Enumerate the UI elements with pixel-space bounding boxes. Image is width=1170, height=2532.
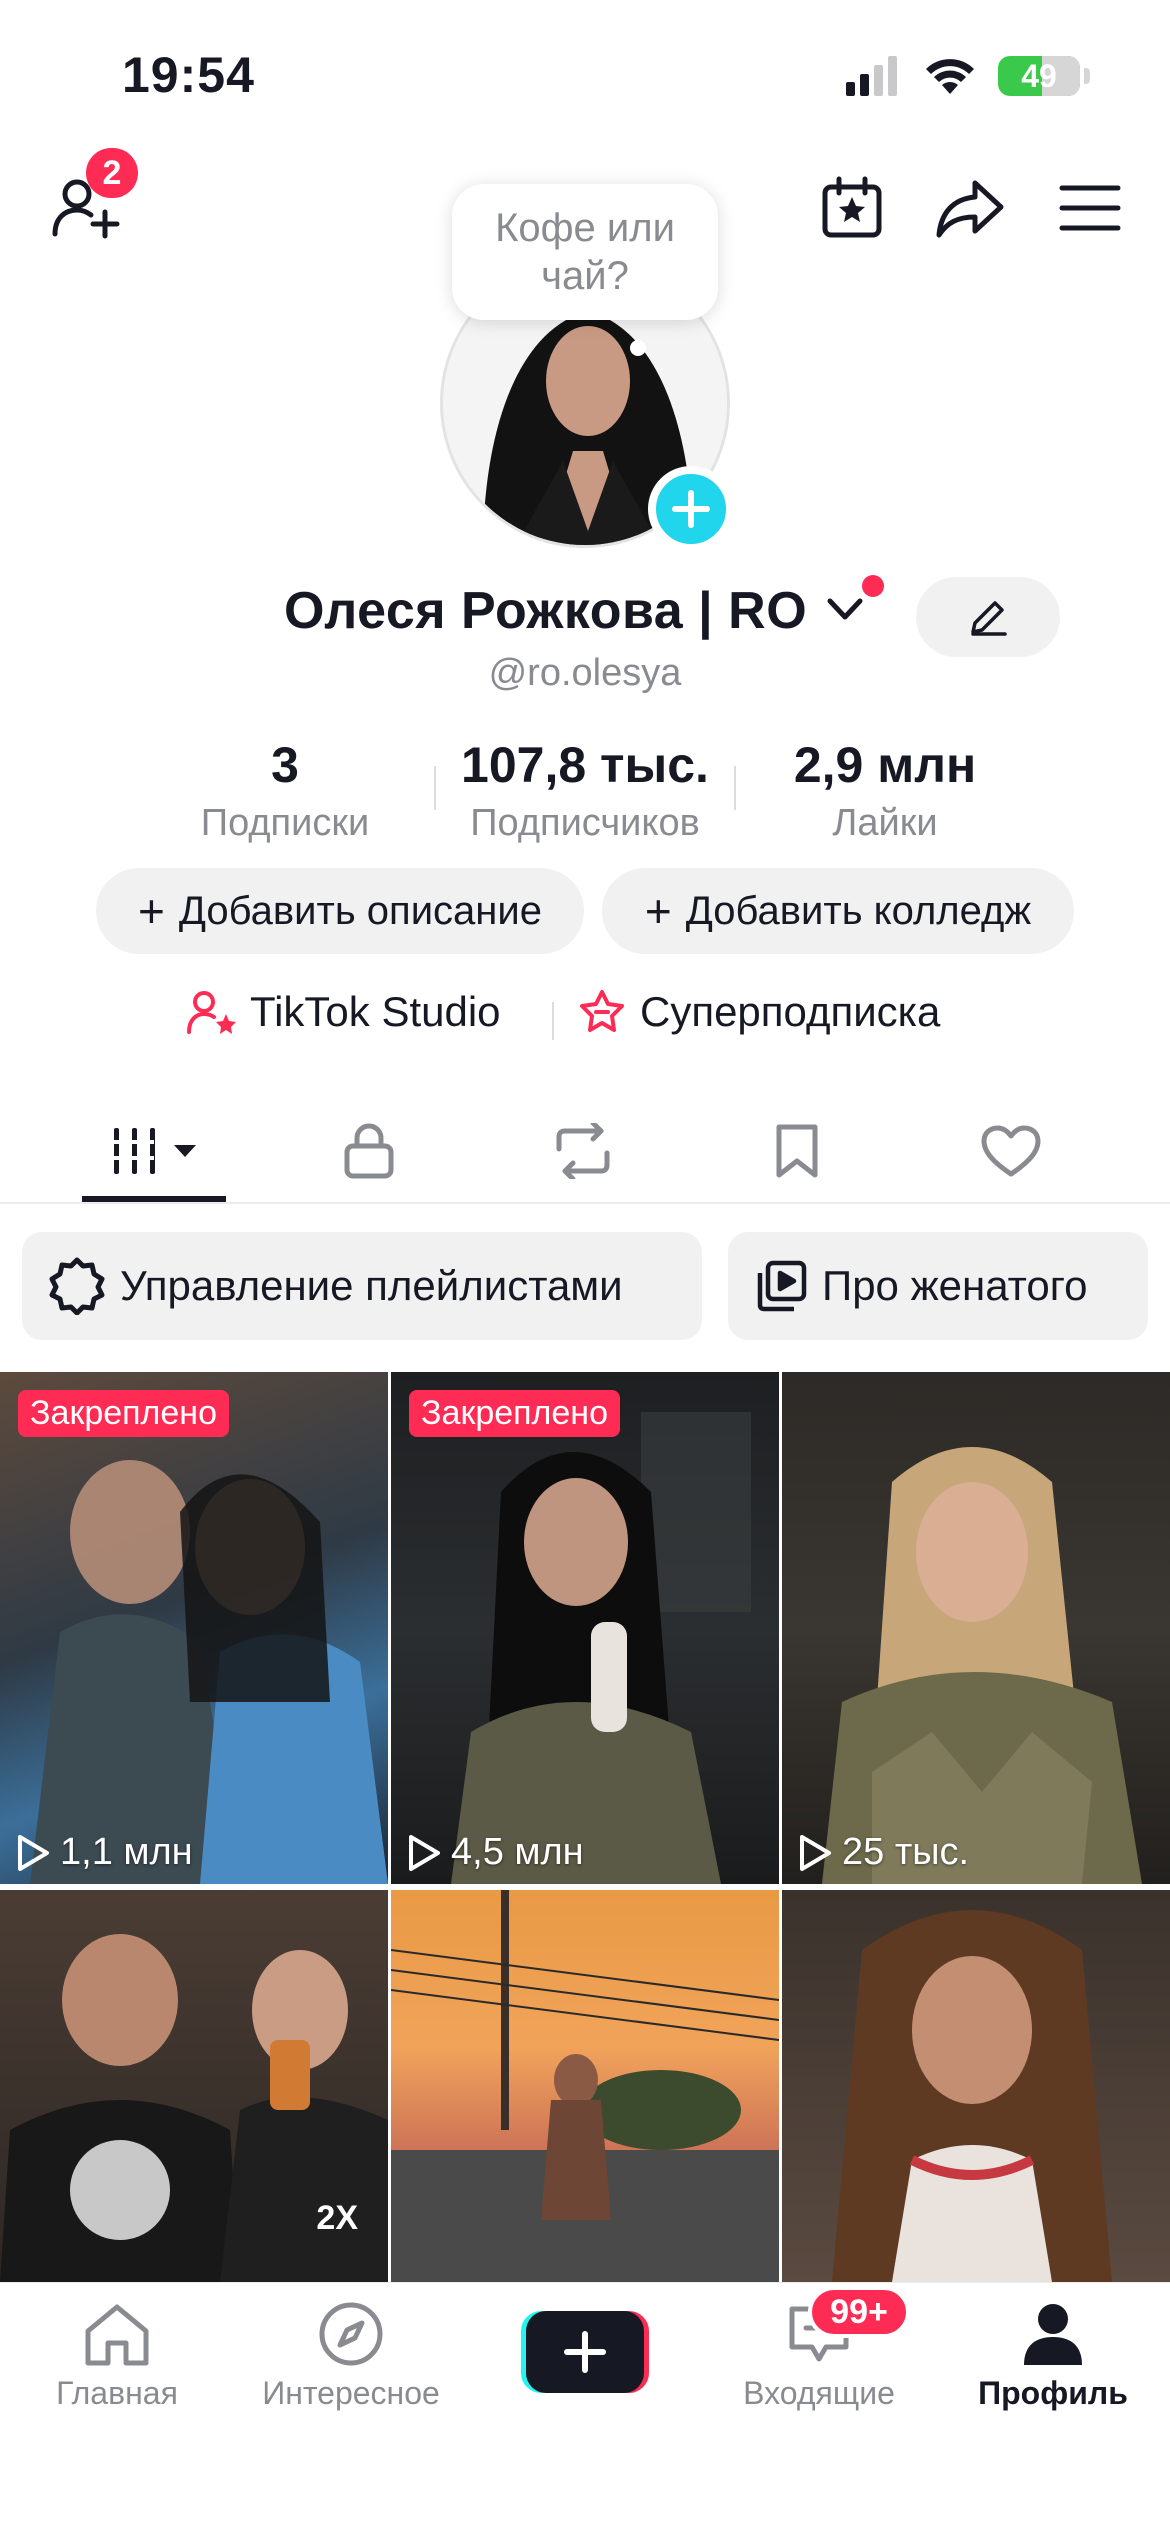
home-icon [85,2304,149,2366]
note-bubble[interactable]: Кофе или чай? [452,184,718,320]
bottom-navigation: Главная Интересное Входящие Профиль [0,2282,1170,2532]
tab-private[interactable] [262,1100,476,1202]
calendar-star-icon [822,176,882,238]
tab-reposts[interactable] [476,1100,690,1202]
video-thumbnail[interactable] [782,1890,1170,2282]
pencil-icon [971,601,1007,636]
share-profile-button[interactable] [928,166,1012,250]
grid-columns-icon [112,1128,155,1174]
tiktok-studio-link[interactable]: TikTok Studio [186,988,501,1036]
chevron-down-icon [827,598,863,620]
nav-home[interactable]: Главная [0,2301,234,2412]
share-arrow-icon [936,180,1004,238]
status-bar: 19:54 49 [0,0,1170,150]
links-divider [552,1002,554,1040]
plus-icon: + [138,885,165,937]
play-icon [800,1834,831,1871]
tab-videos[interactable] [48,1100,262,1202]
create-button[interactable] [521,2311,649,2393]
play-icon [409,1834,440,1871]
content-tabs [0,1100,1170,1204]
active-tab-indicator [82,1196,226,1202]
profile-links: TikTok Studio Суперподписка [0,988,1170,1052]
battery-indicator: 49 [998,56,1080,96]
repost-icon [556,1123,610,1179]
star-ticket-icon [580,990,624,1032]
notification-dot [862,575,884,597]
menu-button[interactable] [1048,166,1132,250]
note-bubble-tail [630,340,646,356]
wifi-icon [926,59,974,94]
plus-icon [564,2331,606,2373]
add-avatar-button[interactable] [648,466,734,552]
plus-icon: + [644,885,672,937]
heart-icon [981,1125,1041,1177]
nav-profile[interactable]: Профиль [936,2301,1170,2412]
profile-name-row: Олеся Рожкова | RO [0,575,1170,657]
video-thumbnail[interactable]: Закреплено 4,5 млн [391,1372,779,1884]
tab-liked[interactable] [904,1100,1118,1202]
hamburger-menu-icon [1059,185,1121,231]
video-thumbnail[interactable]: 25 тыс. [782,1372,1170,1884]
view-count: 4,5 млн [407,1831,584,1874]
play-icon [18,1834,49,1871]
status-icons: 49 [846,52,1090,100]
lock-icon [344,1123,394,1179]
pinned-badge: Закреплено [409,1390,620,1437]
video-thumbnail[interactable]: 2X [0,1890,388,2282]
stat-likes[interactable]: 2,9 млн Лайки [760,736,1010,845]
profile-username: @ro.olesya [488,652,682,694]
view-count: 25 тыс. [798,1831,969,1874]
playlist-icon [757,1260,807,1312]
add-bio-button[interactable]: + Добавить описание [96,868,584,954]
profile-name: Олеся Рожкова | RO [284,582,808,640]
playback-speed-label: 2X [316,2199,358,2237]
video-grid: Закреплено 1,1 млн Закреплено 4,5 млн 25… [0,1372,1170,2282]
manage-playlists-button[interactable]: Управление плейлистами [22,1232,702,1340]
compass-icon [319,2302,383,2366]
profile-stats: 3 Подписки 107,8 тыс. Подписчиков 2,9 мл… [0,736,1170,846]
pinned-badge: Закреплено [18,1390,229,1437]
plus-icon [672,490,710,528]
calendar-button[interactable] [810,166,894,250]
super-subscription-link[interactable]: Суперподписка [576,988,940,1036]
status-time: 19:54 [122,47,255,103]
gear-icon [49,1257,105,1315]
note-bubble-text: Кофе или чай? [495,206,675,298]
bookmark-icon [776,1124,818,1178]
playlist-chip[interactable]: Про женатого [728,1232,1148,1340]
video-thumbnail[interactable] [391,1890,779,2282]
view-count: 1,1 млн [16,1831,193,1874]
inbox-badge: 99+ [808,2286,910,2338]
edit-profile-button[interactable] [916,577,1060,657]
user-star-icon [187,991,236,1034]
video-thumbnail[interactable]: Закреплено 1,1 млн [0,1372,388,1884]
add-friends-badge: 2 [86,148,138,198]
stat-following[interactable]: 3 Подписки [160,736,410,845]
nav-discover[interactable]: Интересное [234,2301,468,2412]
profile-icon [1024,2304,1082,2365]
caret-down-icon [174,1145,196,1157]
account-switch-button[interactable] [826,597,864,628]
cellular-signal-icon [846,56,897,96]
tab-favorites[interactable] [690,1100,904,1202]
stat-followers[interactable]: 107,8 тыс. Подписчиков [440,736,730,845]
add-college-button[interactable]: + Добавить колледж [602,868,1074,954]
